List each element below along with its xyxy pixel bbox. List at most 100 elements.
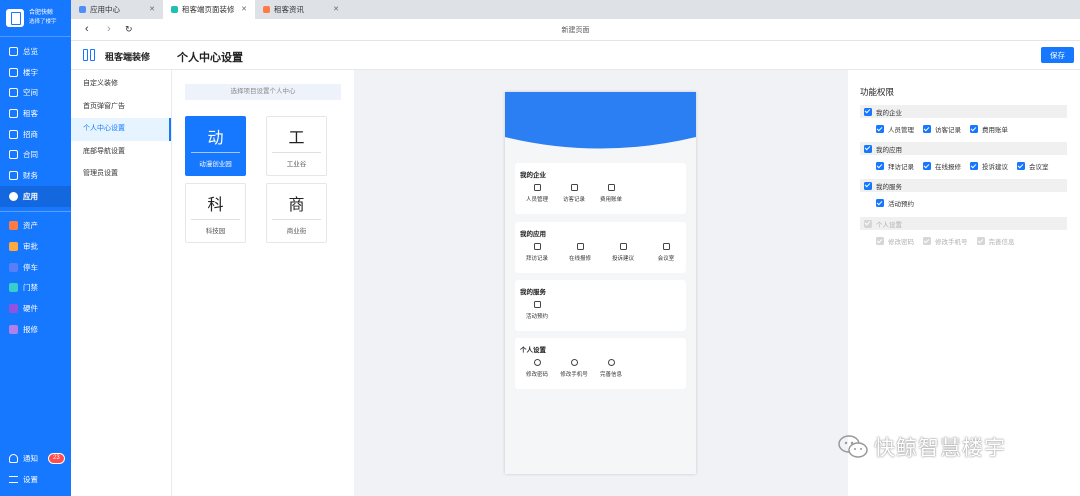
phone-menu-item[interactable]: 活动预约 bbox=[517, 301, 557, 320]
checkbox-icon bbox=[976, 237, 985, 245]
nav-item-notify[interactable]: 通知 23 bbox=[0, 449, 71, 470]
phone-menu-item-label: 会议室 bbox=[657, 256, 675, 262]
permissions-title: 功能权限 bbox=[860, 87, 895, 97]
phone-menu-item[interactable]: 拜访记录 bbox=[517, 243, 557, 262]
submenu-item-2[interactable]: 个人中心设置 bbox=[71, 118, 171, 141]
permission-option-checkbox[interactable]: 费用账单 bbox=[970, 124, 1008, 134]
nav-item-approval[interactable]: 审批 bbox=[0, 236, 71, 257]
project-card-label: 工业谷 bbox=[286, 161, 307, 168]
submenu-item-4[interactable]: 管理员设置 bbox=[71, 163, 171, 186]
phone-menu-item-label: 人员管理 bbox=[525, 197, 548, 203]
nav-bottom: 通知 23 设置 bbox=[0, 449, 71, 490]
nav-divider bbox=[0, 210, 71, 212]
permission-option-label: 会议室 bbox=[1029, 164, 1049, 171]
phone-menu-item[interactable]: 在线报修 bbox=[560, 243, 600, 262]
permission-option-checkbox[interactable]: 修改手机号 bbox=[923, 236, 968, 246]
close-icon[interactable]: ✕ bbox=[149, 5, 155, 13]
phone-section-title: 我的企业 bbox=[520, 172, 546, 179]
project-card[interactable]: 科科技园 bbox=[185, 183, 246, 243]
checkbox-icon bbox=[876, 125, 884, 133]
project-card-char: 商 bbox=[288, 195, 305, 214]
phone-menu-item-label: 修改密码 bbox=[525, 372, 548, 378]
nav-item-leasing[interactable]: 招商 bbox=[0, 124, 71, 145]
permission-option-checkbox[interactable]: 修改密码 bbox=[876, 236, 914, 246]
permission-option-label: 拜访记录 bbox=[888, 164, 914, 171]
nav-item-building[interactable]: 楼宇 bbox=[0, 62, 71, 83]
password-icon bbox=[533, 359, 541, 366]
nav-item-contract[interactable]: 合同 bbox=[0, 144, 71, 165]
phone-menu-item[interactable]: 修改密码 bbox=[517, 359, 557, 378]
nav-item-tenant[interactable]: 租客 bbox=[0, 103, 71, 124]
nav-item-assets[interactable]: 资产 bbox=[0, 216, 71, 237]
nav-item-space[interactable]: 空间 bbox=[0, 82, 71, 103]
building-selector[interactable]: 选择了楼宇 bbox=[29, 18, 57, 27]
permission-group-label: 个人设置 bbox=[876, 221, 902, 229]
nav-item-hardware[interactable]: 硬件 bbox=[0, 298, 71, 319]
bill-icon bbox=[607, 184, 615, 191]
permission-option-label: 修改手机号 bbox=[935, 239, 968, 246]
permission-option-checkbox[interactable]: 人员管理 bbox=[876, 124, 914, 134]
tab-2[interactable]: 租客资讯 ✕ bbox=[255, 0, 347, 19]
tab-1[interactable]: 租客端页面装修 ✕ bbox=[163, 0, 255, 19]
left-nav: 合肥快鲸 选择了楼宇 总览 楼宇 空间 租客 招商 合同 财务 应用 资产 审批 停车 门禁 硬件 报修 … bbox=[0, 0, 71, 496]
tab-favicon-icon bbox=[79, 6, 86, 13]
permission-option-checkbox[interactable]: 投诉建议 bbox=[970, 161, 1008, 171]
checkbox-icon bbox=[1017, 162, 1025, 170]
phone-menu-item[interactable]: 访客记录 bbox=[554, 184, 594, 203]
permission-options: 修改密码 修改手机号 完善信息 bbox=[876, 236, 1024, 246]
checkbox-icon bbox=[970, 125, 978, 133]
nav-item-label: 审批 bbox=[23, 242, 38, 252]
person-icon bbox=[533, 184, 541, 191]
brand[interactable]: 合肥快鲸 选择了楼宇 bbox=[0, 0, 71, 37]
preview-canvas: 我的企业 人员管理 访客记录 费用账单 我的应用 拜访记录 在线报修 投诉建议 会议室 我的服务活… bbox=[355, 70, 847, 496]
phone-menu-item[interactable]: 费用账单 bbox=[591, 184, 631, 203]
nav-item-apps[interactable]: 应用 bbox=[0, 185, 71, 207]
phone-menu-item[interactable]: 完善信息 bbox=[591, 359, 631, 378]
nav-item-label: 停车 bbox=[23, 262, 38, 272]
permission-group-checkbox[interactable]: 我的服务 bbox=[860, 179, 1067, 192]
permission-group-checkbox[interactable]: 我的应用 bbox=[860, 142, 1067, 155]
nav-item-label: 总览 bbox=[23, 46, 38, 56]
nav-item-settings[interactable]: 设置 bbox=[0, 469, 71, 490]
permission-option-checkbox[interactable]: 会议室 bbox=[1017, 161, 1049, 171]
phone-menu-item[interactable]: 会议室 bbox=[646, 243, 686, 262]
nav-item-finance[interactable]: 财务 bbox=[0, 165, 71, 186]
hardware-icon bbox=[9, 304, 18, 314]
nav-list: 总览楼宇 空间 租客 招商 合同 财务 应用资产审批停车门禁硬件报修 bbox=[0, 41, 71, 340]
permission-option-checkbox[interactable]: 活动预约 bbox=[876, 198, 914, 208]
project-card-char: 工 bbox=[288, 128, 305, 147]
close-icon[interactable]: ✕ bbox=[333, 5, 339, 13]
submenu-item-1[interactable]: 首页弹窗广告 bbox=[71, 96, 171, 119]
project-card-label: 动漫创业园 bbox=[199, 161, 232, 168]
nav-item-label: 硬件 bbox=[23, 304, 38, 314]
permission-group-checkbox[interactable]: 个人设置 bbox=[860, 217, 1067, 230]
submenu-item-3[interactable]: 底部导航设置 bbox=[71, 141, 171, 164]
tab-0[interactable]: 应用中心 ✕ bbox=[71, 0, 163, 19]
nav-item-overview[interactable]: 总览 bbox=[0, 41, 71, 62]
phone-section: 我的企业人员管理 访客记录 费用账单 bbox=[515, 163, 686, 214]
checkbox-icon bbox=[923, 162, 931, 170]
phone-menu-item-label: 拜访记录 bbox=[525, 256, 548, 262]
phone-menu-item[interactable]: 人员管理 bbox=[517, 184, 557, 203]
submenu-item-0[interactable]: 自定义装修 bbox=[71, 73, 171, 96]
nav-item-repair[interactable]: 报修 bbox=[0, 319, 71, 340]
project-card[interactable]: 商商业街 bbox=[266, 183, 327, 243]
permission-group-checkbox[interactable]: 我的企业 bbox=[860, 105, 1067, 118]
page-caption: 新建页面 bbox=[561, 27, 590, 34]
save-button[interactable]: 保存 bbox=[1041, 47, 1074, 63]
tab-label: 应用中心 bbox=[90, 5, 120, 14]
permission-option-checkbox[interactable]: 访客记录 bbox=[923, 124, 961, 134]
phone-menu-item[interactable]: 修改手机号 bbox=[554, 359, 594, 378]
permission-option-checkbox[interactable]: 完善信息 bbox=[976, 236, 1015, 246]
project-select-input[interactable]: 选择项目设置个人中心 bbox=[185, 84, 341, 100]
project-card[interactable]: 动动漫创业园 bbox=[185, 116, 246, 176]
permission-option-checkbox[interactable]: 拜访记录 bbox=[876, 161, 914, 171]
phone-menu-item[interactable]: 投诉建议 bbox=[603, 243, 643, 262]
permission-option-checkbox[interactable]: 在线报修 bbox=[923, 161, 961, 171]
nav-item-access[interactable]: 门禁 bbox=[0, 278, 71, 299]
project-card[interactable]: 工工业谷 bbox=[266, 116, 327, 176]
app-header: 租客端装修 个人中心设置 保存 bbox=[71, 41, 1080, 70]
close-icon[interactable]: ✕ bbox=[241, 5, 247, 13]
nav-item-parking[interactable]: 停车 bbox=[0, 257, 71, 278]
phone-menu-item-label: 在线报修 bbox=[568, 256, 591, 262]
